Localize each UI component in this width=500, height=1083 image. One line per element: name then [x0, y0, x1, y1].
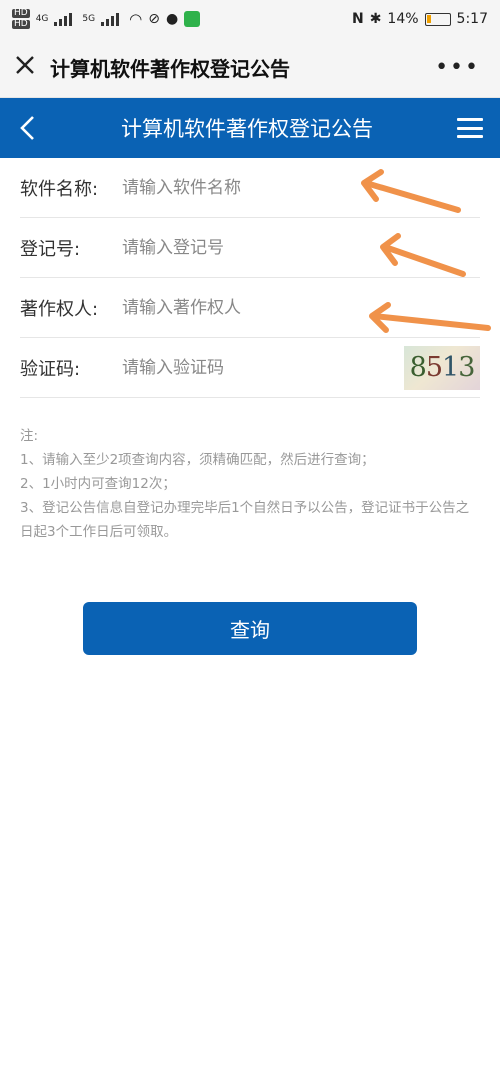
- browser-title: 计算机软件著作权登记公告: [50, 57, 290, 81]
- bluetooth-icon: ✱: [369, 11, 382, 27]
- software-name-input[interactable]: [122, 167, 480, 208]
- registration-number-label: 登记号:: [20, 238, 81, 260]
- hamburger-icon: [457, 118, 483, 138]
- browser-title-bar: 计算机软件著作权登记公告 •••: [0, 38, 500, 98]
- copyright-owner-row: 著作权人:: [20, 278, 480, 338]
- search-form: 软件名称: 登记号: 著作权人: 验证码: 8513: [20, 158, 480, 398]
- back-button[interactable]: [0, 98, 54, 158]
- copyright-owner-input[interactable]: [122, 287, 480, 328]
- battery-percent: 14%: [387, 11, 419, 27]
- data-saver-icon: ⊘: [148, 11, 160, 27]
- wifi-icon: ◠: [129, 10, 143, 28]
- more-icon[interactable]: •••: [435, 55, 480, 80]
- message-icon: ●: [165, 11, 179, 27]
- clock: 5:17: [456, 11, 488, 27]
- note-item: 2、1小时内可查询12次；: [20, 476, 176, 492]
- hd-indicator: HD HD: [12, 8, 30, 29]
- software-name-row: 软件名称:: [20, 158, 480, 218]
- captcha-input[interactable]: [122, 347, 398, 388]
- network-type-2: 5G: [82, 14, 96, 24]
- query-button[interactable]: 查询: [83, 602, 417, 655]
- signal-icon: [54, 12, 76, 26]
- notes: 注: 1、请输入至少2项查询内容，须精确匹配，然后进行查询； 2、1小时内可查询…: [20, 424, 480, 544]
- nfc-icon: N: [351, 11, 364, 27]
- software-name-label: 软件名称:: [20, 178, 99, 200]
- page-title: 计算机软件著作权登记公告: [121, 117, 373, 141]
- note-item: 1、请输入至少2项查询内容，须精确匹配，然后进行查询；: [20, 452, 375, 468]
- captcha-row: 验证码: 8513: [20, 338, 480, 398]
- signal-icon: [101, 12, 123, 26]
- captcha-image[interactable]: 8513: [404, 345, 480, 390]
- note-item: 3、登记公告信息自登记办理完毕后1个自然日予以公告，登记证书于公告之日起3个工作…: [20, 500, 470, 540]
- registration-number-row: 登记号:: [20, 218, 480, 278]
- chevron-left-icon: [20, 116, 34, 140]
- captcha-label: 验证码:: [20, 358, 81, 380]
- notes-title: 注:: [20, 428, 39, 444]
- status-bar: HD HD 4G 5G ◠ ⊘ ● N ✱ 14% 5:17: [0, 0, 500, 38]
- network-type-1: 4G: [35, 14, 49, 24]
- battery-icon: [424, 12, 451, 26]
- close-icon[interactable]: [0, 53, 50, 83]
- app-notification-icon: [184, 11, 201, 27]
- menu-button[interactable]: [440, 98, 500, 158]
- app-header: 计算机软件著作权登记公告: [0, 98, 500, 158]
- copyright-owner-label: 著作权人:: [20, 298, 99, 320]
- registration-number-input[interactable]: [122, 227, 480, 268]
